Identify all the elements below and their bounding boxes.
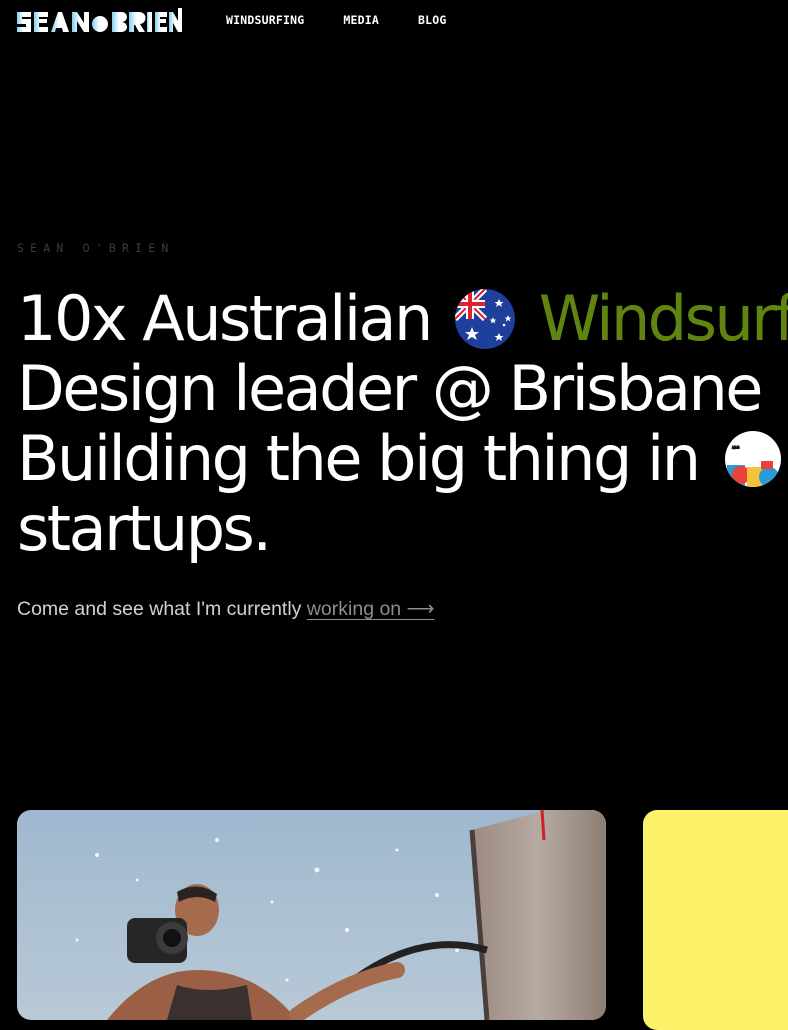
hero-line-3-text: Building the big thing in <box>17 422 701 495</box>
hero-line-1-text: 10x Australian <box>17 282 433 355</box>
hero-line-2: Design leader @ Brisbane <box>17 354 788 424</box>
site-logo[interactable] <box>16 8 182 34</box>
hero-accent-text: Windsurf <box>539 284 788 354</box>
hero-line-1: 10x Australian Windsurf <box>17 284 788 354</box>
hero-subtitle: Come and see what I'm currently working … <box>17 597 435 621</box>
hero-line-3: Building the big thing in A Designer's G… <box>17 424 788 494</box>
hero-eyebrow: SEAN O'BRIEN <box>17 241 175 255</box>
hero-line-4-text: startups. <box>17 492 272 565</box>
hero-subtitle-text: Come and see what I'm currently <box>17 598 307 620</box>
windsurfer-photo <box>17 810 606 1020</box>
top-nav: WINDSURFING MEDIA BLOG <box>0 0 788 42</box>
book-cover-icon: A Designer's Guide Standard Poster S <box>724 431 781 487</box>
nav-link-windsurfing[interactable]: WINDSURFING <box>226 13 304 27</box>
primary-nav: WINDSURFING MEDIA BLOG <box>226 13 447 27</box>
hero-line-2-text: Design leader @ Brisbane <box>17 352 763 425</box>
australian-flag-icon <box>454 289 515 349</box>
nav-link-blog[interactable]: BLOG <box>418 13 447 27</box>
hero-heading: 10x Australian Windsurf Design leader @ … <box>17 284 788 564</box>
yellow-feature-card[interactable] <box>643 810 788 1030</box>
nav-link-media[interactable]: MEDIA <box>343 13 379 27</box>
windsurfing-photo-card[interactable] <box>17 810 606 1020</box>
hero-line-4: startups. <box>17 494 788 564</box>
working-on-link[interactable]: working on ⟶ <box>307 598 435 620</box>
